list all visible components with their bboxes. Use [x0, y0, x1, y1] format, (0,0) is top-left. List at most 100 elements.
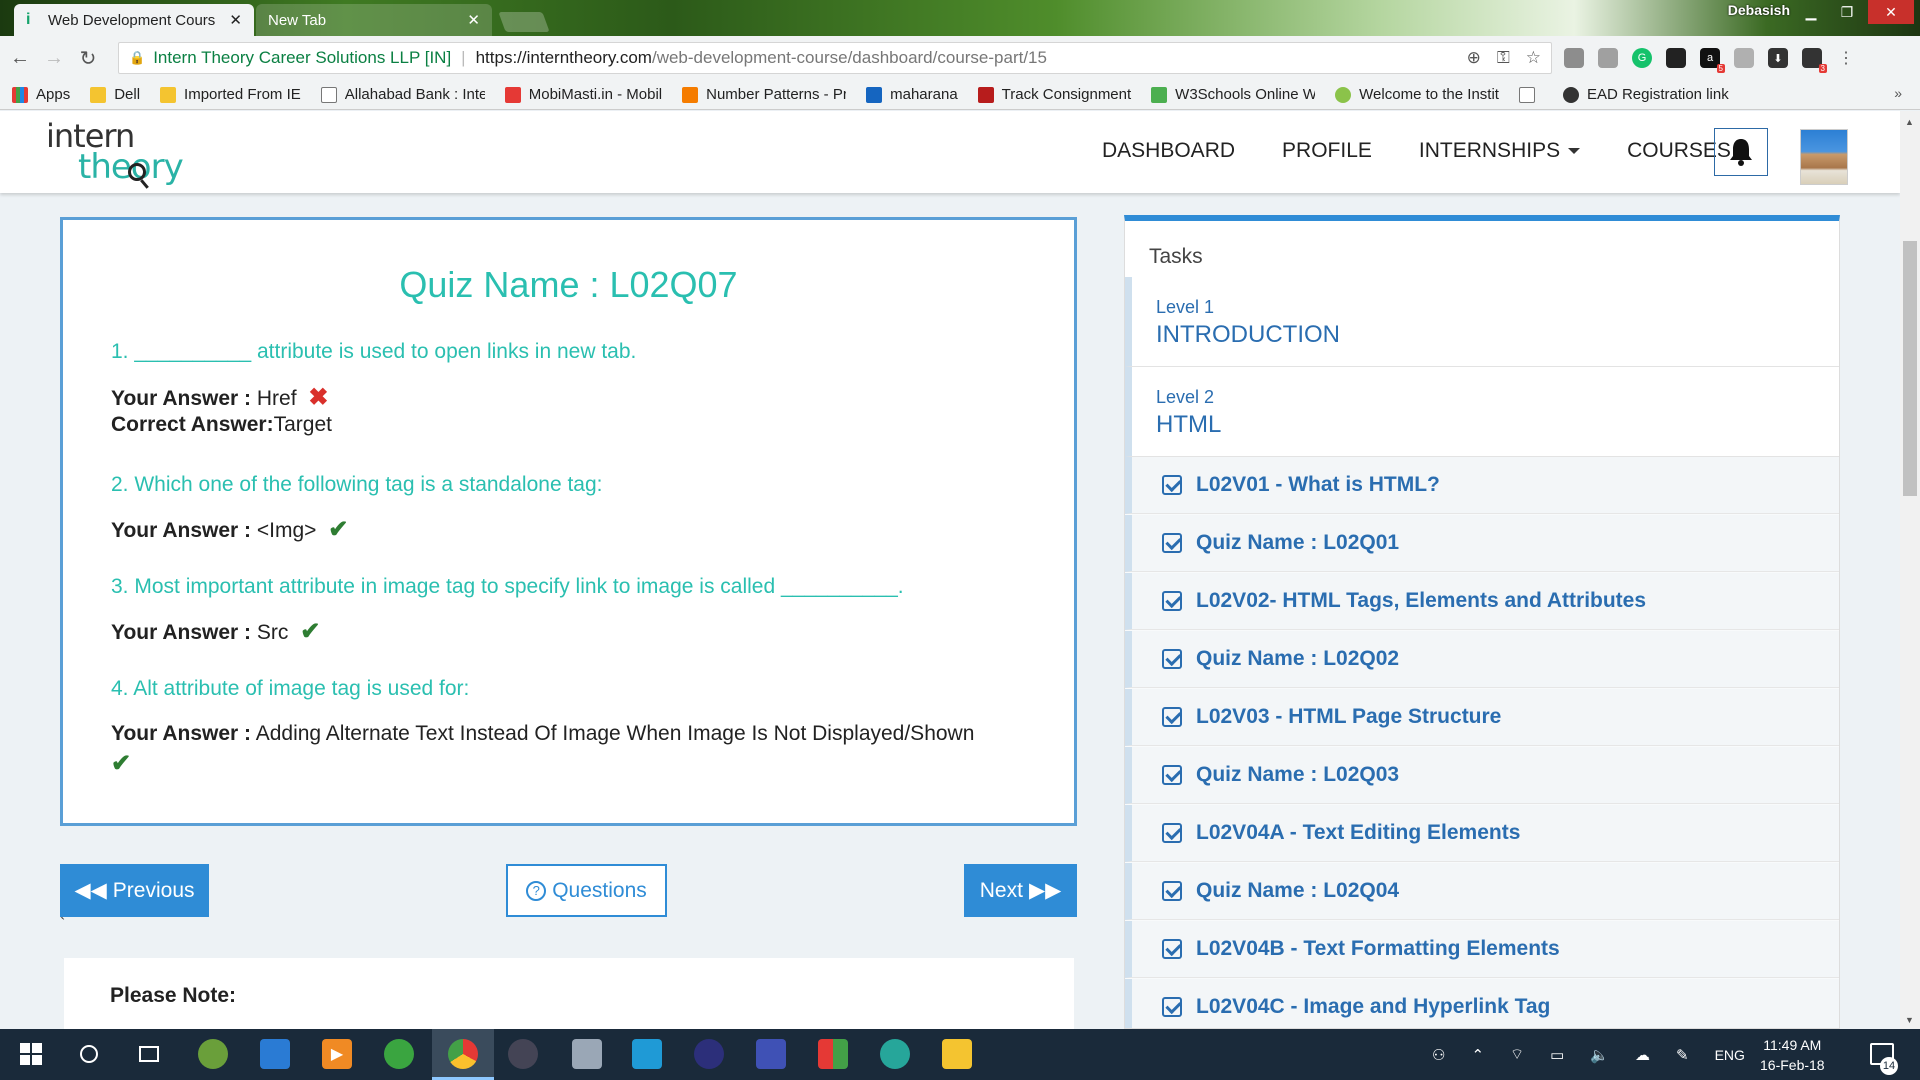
close-window-icon[interactable]: ✕ — [1868, 0, 1914, 24]
extension-icon[interactable]: 3 — [1802, 48, 1827, 73]
chrome-icon[interactable] — [448, 1039, 478, 1069]
bookmark-welcome-institute[interactable]: Welcome to the Instit — [1335, 86, 1499, 103]
volume-icon[interactable]: 🔈 — [1590, 1046, 1609, 1064]
zoom-icon[interactable]: ⊕ — [1467, 48, 1481, 68]
questions-button[interactable]: ? Questions — [506, 864, 667, 917]
extension-icon[interactable] — [1666, 48, 1686, 68]
task-item[interactable]: L02V04A - Text Editing Elements — [1125, 805, 1839, 862]
database-icon[interactable] — [572, 1039, 602, 1069]
bookmark-apps[interactable]: Apps — [12, 86, 70, 103]
app-icon[interactable] — [818, 1039, 848, 1069]
app-icon[interactable] — [508, 1039, 538, 1069]
previous-label: Previous — [112, 878, 195, 902]
people-icon[interactable]: ⚇ — [1432, 1046, 1445, 1064]
wifi-icon[interactable]: ⌔ — [1510, 1045, 1524, 1064]
double-right-arrow-icon: ▶▶ — [1028, 879, 1062, 902]
android-studio-icon[interactable] — [198, 1039, 228, 1069]
browser-tab-new[interactable]: New Tab ✕ — [256, 4, 492, 36]
forward-arrow-icon[interactable]: → — [40, 44, 68, 72]
level-number: Level 1 — [1156, 297, 1215, 317]
close-tab-icon[interactable]: ✕ — [229, 11, 242, 29]
task-item[interactable]: L02V04C - Image and Hyperlink Tag — [1125, 979, 1839, 1028]
new-tab-button[interactable] — [498, 12, 550, 32]
bookmark-w3schools[interactable]: W3Schools Online W — [1151, 86, 1315, 103]
task-item[interactable]: Quiz Name : L02Q04 — [1125, 863, 1839, 920]
bookmarks-overflow-icon[interactable]: » — [1894, 85, 1902, 101]
amazon-icon[interactable]: a5 — [1700, 48, 1725, 73]
question-text: 2. Which one of the following tag is a s… — [111, 473, 603, 496]
search-circle-icon[interactable] — [74, 1039, 104, 1069]
chevron-up-icon[interactable]: ⌃ — [1471, 1046, 1484, 1064]
bookmark-mobimasti[interactable]: MobiMasti.in - Mobil — [504, 86, 663, 103]
browser-tab-active[interactable]: i Web Development Cours ✕ — [14, 4, 254, 36]
clock[interactable]: 11:49 AM 16-Feb-18 — [1760, 1035, 1825, 1075]
bookmark-maharana[interactable]: maharana — [866, 86, 958, 103]
address-bar[interactable]: 🔒 Intern Theory Career Solutions LLP [IN… — [118, 42, 1552, 74]
interntheory-logo[interactable]: intern theory — [46, 117, 186, 189]
clock-date: 16-Feb-18 — [1760, 1057, 1825, 1073]
windows-start-icon[interactable] — [16, 1039, 46, 1069]
restore-icon[interactable]: ❐ — [1830, 0, 1864, 24]
task-view-icon[interactable] — [134, 1039, 164, 1069]
media-player-icon[interactable]: ▶ — [322, 1039, 352, 1069]
language-indicator[interactable]: ENG — [1715, 1047, 1745, 1063]
previous-button[interactable]: ◀◀ Previous — [60, 864, 209, 917]
page-scrollbar[interactable]: ▲ ▼ — [1900, 111, 1920, 1029]
download-icon[interactable]: ⬇ — [1768, 48, 1788, 68]
level-item-html[interactable]: Level 2 HTML — [1125, 367, 1839, 457]
scroll-up-icon[interactable]: ▲ — [1905, 117, 1914, 127]
nav-profile[interactable]: PROFILE — [1282, 139, 1372, 163]
bookmark-label: MobiMasti.in - Mobil — [528, 86, 663, 103]
key-icon[interactable]: ⚿ — [1497, 48, 1510, 68]
task-item[interactable]: Quiz Name : L02Q01 — [1125, 515, 1839, 572]
nav-dashboard[interactable]: DASHBOARD — [1102, 139, 1235, 163]
task-item[interactable]: L02V03 - HTML Page Structure — [1125, 689, 1839, 746]
notifications-button[interactable] — [1714, 128, 1768, 176]
drive-icon[interactable] — [1734, 48, 1754, 68]
level-item-introduction[interactable]: Level 1 INTRODUCTION — [1125, 277, 1839, 367]
scrollbar-thumb[interactable] — [1903, 241, 1917, 496]
back-arrow-icon[interactable]: ← — [6, 44, 34, 72]
minimize-icon[interactable]: ▁ — [1794, 0, 1828, 24]
bookmark-ead-registration[interactable]: EAD Registration link — [1562, 86, 1729, 103]
remote-desktop-icon[interactable] — [260, 1039, 290, 1069]
app-icon[interactable] — [384, 1039, 414, 1069]
reload-icon[interactable]: ↻ — [74, 44, 102, 72]
cloud-icon[interactable]: ☁ — [1635, 1046, 1650, 1064]
profile-name[interactable]: Debasish — [1728, 2, 1790, 18]
extension-icon[interactable] — [1564, 48, 1584, 68]
task-label: Quiz Name : L02Q01 — [1196, 531, 1400, 554]
courier-icon — [977, 86, 994, 103]
menu-dots-icon[interactable]: ⋮ — [1836, 48, 1856, 68]
task-item[interactable]: L02V02- HTML Tags, Elements and Attribut… — [1125, 573, 1839, 630]
task-item[interactable]: Quiz Name : L02Q02 — [1125, 631, 1839, 688]
bookmark-dell[interactable]: Dell — [90, 86, 140, 103]
bookmark-page[interactable] — [1518, 86, 1543, 103]
bookmark-track-consignment[interactable]: Track Consignment — [977, 86, 1131, 103]
task-item[interactable]: L02V04B - Text Formatting Elements — [1125, 921, 1839, 978]
pen-icon[interactable]: ✎ — [1676, 1046, 1689, 1064]
correct-answer: Correct Answer:Target — [111, 413, 332, 437]
task-item[interactable]: L02V01 - What is HTML? — [1125, 457, 1839, 514]
url-host: https://interntheory.com — [475, 48, 652, 67]
atom-icon[interactable] — [880, 1039, 910, 1069]
eclipse-icon[interactable] — [694, 1039, 724, 1069]
next-button[interactable]: Next ▶▶ — [964, 864, 1077, 917]
app-icon[interactable] — [632, 1039, 662, 1069]
close-tab-icon[interactable]: ✕ — [467, 11, 480, 29]
scroll-down-icon[interactable]: ▼ — [1905, 1015, 1914, 1025]
bookmark-star-icon[interactable]: ☆ — [1526, 48, 1541, 68]
extension-icon[interactable] — [1598, 48, 1618, 68]
bookmark-allahabad-bank[interactable]: Allahabad Bank : Inte — [320, 86, 485, 103]
grammarly-icon[interactable]: G — [1632, 48, 1652, 68]
file-explorer-icon[interactable] — [942, 1039, 972, 1069]
app-icon[interactable] — [756, 1039, 786, 1069]
bookmark-imported-from-ie[interactable]: Imported From IE — [160, 86, 301, 103]
lock-icon[interactable]: 🔒 — [129, 50, 145, 66]
bookmark-number-patterns[interactable]: Number Patterns - Pr — [682, 86, 846, 103]
task-item[interactable]: Quiz Name : L02Q03 — [1125, 747, 1839, 804]
user-avatar[interactable] — [1800, 129, 1848, 185]
nav-internships[interactable]: INTERNSHIPS — [1419, 139, 1581, 163]
battery-icon[interactable]: ▭ — [1550, 1046, 1564, 1064]
page-icon — [320, 86, 337, 103]
